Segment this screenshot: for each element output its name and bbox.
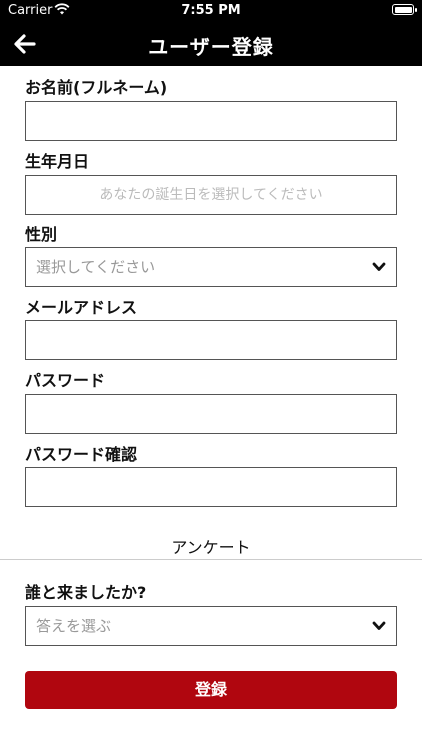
register-button[interactable]: 登録 bbox=[25, 671, 397, 709]
survey-answer-select[interactable]: 答えを選ぶ bbox=[25, 606, 397, 646]
gender-select[interactable]: 選択してください bbox=[25, 247, 397, 287]
chevron-down-icon bbox=[372, 262, 386, 271]
email-input[interactable] bbox=[25, 320, 397, 360]
page-title: ユーザー登録 bbox=[148, 35, 274, 59]
birthday-label: 生年月日 bbox=[25, 152, 90, 171]
chevron-down-icon bbox=[372, 621, 386, 630]
nav-bar: ユーザー登録 bbox=[0, 22, 422, 66]
gender-label: 性別 bbox=[25, 225, 58, 244]
email-label: メールアドレス bbox=[25, 298, 138, 317]
password-label: パスワード bbox=[25, 371, 106, 390]
password-confirm-input[interactable] bbox=[25, 467, 397, 507]
gender-selected-value: 選択してください bbox=[36, 258, 156, 276]
battery-icon bbox=[392, 4, 417, 15]
full-name-label: お名前(フルネーム) bbox=[25, 78, 168, 97]
password-confirm-label: パスワード確認 bbox=[25, 445, 138, 464]
clock: 7:55 PM bbox=[181, 3, 241, 18]
survey-title: アンケート bbox=[171, 538, 251, 557]
status-bar: Carrier 7:55 PM bbox=[0, 0, 422, 22]
survey-question-label: 誰と来ましたか? bbox=[25, 583, 147, 602]
divider bbox=[0, 559, 422, 560]
password-input[interactable] bbox=[25, 394, 397, 434]
survey-selected-value: 答えを選ぶ bbox=[36, 617, 112, 635]
birthday-picker[interactable]: あなたの誕生日を選択してください bbox=[25, 175, 397, 215]
full-name-input[interactable] bbox=[25, 101, 397, 141]
